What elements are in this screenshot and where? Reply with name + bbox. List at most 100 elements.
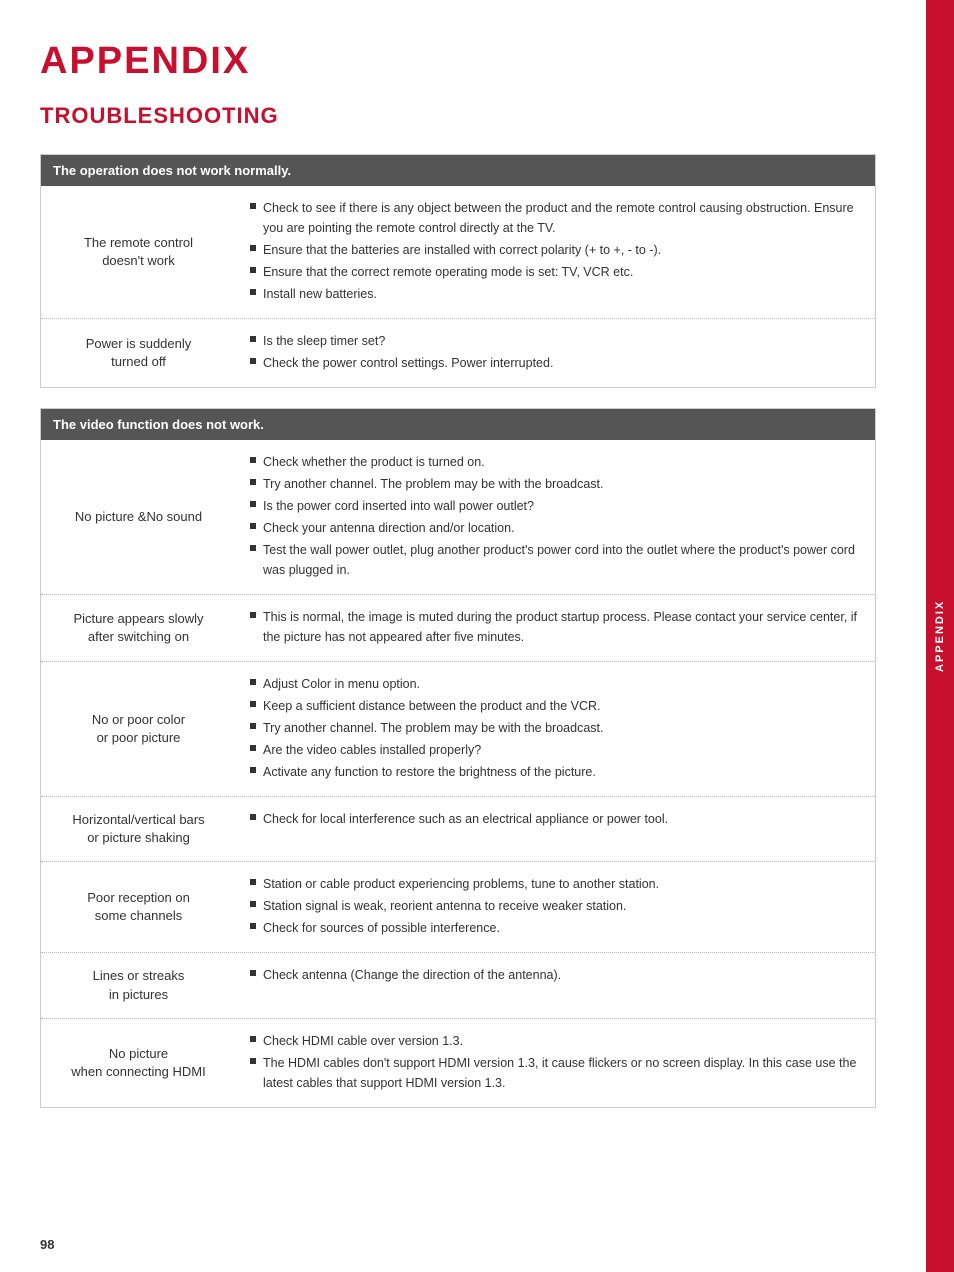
bullet-item: Check antenna (Change the direction of t… <box>250 965 861 985</box>
table-row: No picture when connecting HDMI Check HDM… <box>41 1018 875 1107</box>
bullet-text: Keep a sufficient distance between the p… <box>263 696 601 716</box>
bullet-icon <box>250 523 256 529</box>
table-operation: The operation does not work normally. Th… <box>40 154 876 388</box>
bullet-item: Keep a sufficient distance between the p… <box>250 696 861 716</box>
row-label: Picture appears slowly after switching o… <box>41 595 236 661</box>
table-row: Picture appears slowly after switching o… <box>41 594 875 661</box>
bullet-icon <box>250 879 256 885</box>
row-content: Is the sleep timer set?Check the power c… <box>236 319 875 387</box>
bullet-text: This is normal, the image is muted durin… <box>263 607 861 647</box>
page-number: 98 <box>40 1237 54 1252</box>
row-content: Check whether the product is turned on.T… <box>236 440 875 594</box>
bullet-icon <box>250 767 256 773</box>
table-row: Lines or streaks in pictures Check antenn… <box>41 952 875 1017</box>
bullet-text: Try another channel. The problem may be … <box>263 718 603 738</box>
bullet-item: Station signal is weak, reorient antenna… <box>250 896 861 916</box>
bullet-icon <box>250 267 256 273</box>
bullet-text: Check your antenna direction and/or loca… <box>263 518 515 538</box>
row-content: Check antenna (Change the direction of t… <box>236 953 875 1017</box>
bullet-item: Activate any function to restore the bri… <box>250 762 861 782</box>
table2-header: The video function does not work. <box>41 409 875 440</box>
bullet-item: Are the video cables installed properly? <box>250 740 861 760</box>
row-label: Horizontal/vertical bars or picture shak… <box>41 797 236 861</box>
bullet-icon <box>250 203 256 209</box>
table1-header: The operation does not work normally. <box>41 155 875 186</box>
bullet-text: Check to see if there is any object betw… <box>263 198 861 238</box>
row-label: The remote control doesn't work <box>41 186 236 318</box>
bullet-text: Check for sources of possible interferen… <box>263 918 500 938</box>
row-label: Lines or streaks in pictures <box>41 953 236 1017</box>
bullet-text: Check whether the product is turned on. <box>263 452 485 472</box>
bullet-text: Is the power cord inserted into wall pow… <box>263 496 534 516</box>
table-row: Power is suddenly turned offIs the sleep… <box>41 318 875 387</box>
bullet-icon <box>250 457 256 463</box>
bullet-text: Ensure that the batteries are installed … <box>263 240 661 260</box>
bullet-item: Is the power cord inserted into wall pow… <box>250 496 861 516</box>
bullet-icon <box>250 358 256 364</box>
bullet-icon <box>250 745 256 751</box>
bullet-text: Adjust Color in menu option. <box>263 674 420 694</box>
row-label: No picture &No sound <box>41 440 236 594</box>
bullet-icon <box>250 901 256 907</box>
section-title: TROUBLESHOOTING <box>40 103 876 129</box>
bullet-icon <box>250 479 256 485</box>
row-content: Adjust Color in menu option.Keep a suffi… <box>236 662 875 796</box>
bullet-icon <box>250 701 256 707</box>
bullet-item: Is the sleep timer set? <box>250 331 861 351</box>
side-tab-label: APPENDIX <box>934 600 946 672</box>
bullet-item: Check to see if there is any object betw… <box>250 198 861 238</box>
bullet-icon <box>250 545 256 551</box>
bullet-item: The HDMI cables don't support HDMI versi… <box>250 1053 861 1093</box>
table-video: The video function does not work. No pic… <box>40 408 876 1108</box>
bullet-item: Test the wall power outlet, plug another… <box>250 540 861 580</box>
row-label: Power is suddenly turned off <box>41 319 236 387</box>
bullet-item: Check for sources of possible interferen… <box>250 918 861 938</box>
row-content: Check for local interference such as an … <box>236 797 875 861</box>
bullet-item: Check whether the product is turned on. <box>250 452 861 472</box>
row-label: No picture when connecting HDMI <box>41 1019 236 1107</box>
bullet-item: Ensure that the correct remote operating… <box>250 262 861 282</box>
main-content: APPENDIX TROUBLESHOOTING The operation d… <box>0 0 926 1272</box>
bullet-text: Check antenna (Change the direction of t… <box>263 965 561 985</box>
row-content: Station or cable product experiencing pr… <box>236 862 875 952</box>
bullet-icon <box>250 336 256 342</box>
bullet-text: Are the video cables installed properly? <box>263 740 481 760</box>
bullet-text: Check HDMI cable over version 1.3. <box>263 1031 463 1051</box>
table-row: Poor reception on some channelsStation o… <box>41 861 875 952</box>
bullet-item: Try another channel. The problem may be … <box>250 718 861 738</box>
bullet-item: Install new batteries. <box>250 284 861 304</box>
table-row: The remote control doesn't work Check to … <box>41 186 875 318</box>
bullet-item: Check the power control settings. Power … <box>250 353 861 373</box>
bullet-item: Adjust Color in menu option. <box>250 674 861 694</box>
bullet-text: Test the wall power outlet, plug another… <box>263 540 861 580</box>
bullet-text: Try another channel. The problem may be … <box>263 474 603 494</box>
bullet-item: Ensure that the batteries are installed … <box>250 240 861 260</box>
table-row: No or poor color or poor pictureAdjust C… <box>41 661 875 796</box>
bullet-text: Check for local interference such as an … <box>263 809 668 829</box>
bullet-icon <box>250 814 256 820</box>
page-container: APPENDIX TROUBLESHOOTING The operation d… <box>0 0 954 1272</box>
bullet-item: Try another channel. The problem may be … <box>250 474 861 494</box>
bullet-text: Activate any function to restore the bri… <box>263 762 596 782</box>
table-row: No picture &No soundCheck whether the pr… <box>41 440 875 594</box>
bullet-item: Check HDMI cable over version 1.3. <box>250 1031 861 1051</box>
bullet-icon <box>250 679 256 685</box>
row-label: No or poor color or poor picture <box>41 662 236 796</box>
bullet-icon <box>250 245 256 251</box>
bullet-icon <box>250 970 256 976</box>
bullet-icon <box>250 923 256 929</box>
bullet-item: This is normal, the image is muted durin… <box>250 607 861 647</box>
bullet-text: Is the sleep timer set? <box>263 331 385 351</box>
bullet-icon <box>250 289 256 295</box>
bullet-icon <box>250 501 256 507</box>
bullet-item: Check for local interference such as an … <box>250 809 861 829</box>
bullet-icon <box>250 612 256 618</box>
bullet-item: Station or cable product experiencing pr… <box>250 874 861 894</box>
bullet-text: Station or cable product experiencing pr… <box>263 874 659 894</box>
bullet-text: Ensure that the correct remote operating… <box>263 262 633 282</box>
row-content: Check to see if there is any object betw… <box>236 186 875 318</box>
bullet-text: Check the power control settings. Power … <box>263 353 553 373</box>
bullet-text: Station signal is weak, reorient antenna… <box>263 896 626 916</box>
bullet-icon <box>250 723 256 729</box>
row-content: This is normal, the image is muted durin… <box>236 595 875 661</box>
